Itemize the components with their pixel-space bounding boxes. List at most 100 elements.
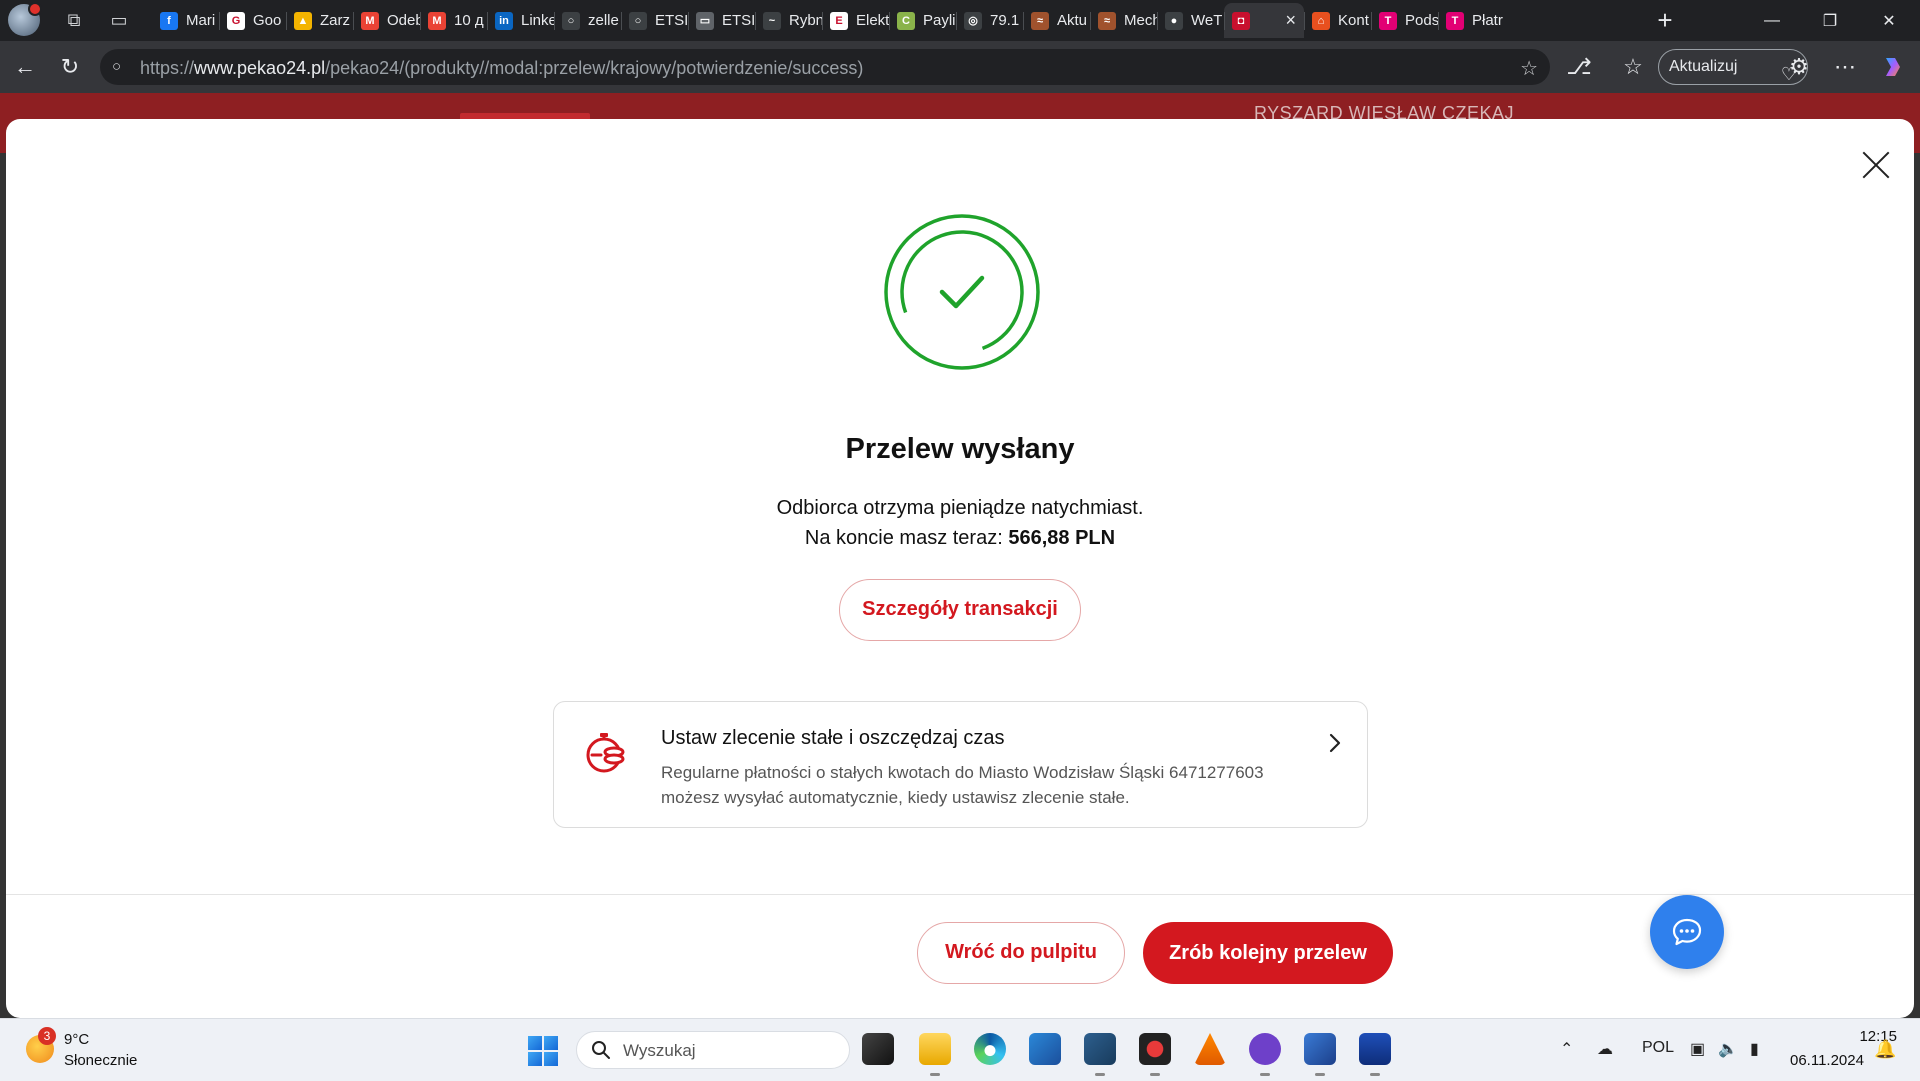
clock-date[interactable]: 06.11.2024	[1790, 1052, 1864, 1069]
browser-tab[interactable]: ○ ETSI	[621, 3, 688, 38]
tab-title: WeT	[1191, 12, 1223, 29]
collections-icon[interactable]: ⚙	[1786, 54, 1812, 80]
virtualbox-icon[interactable]	[1084, 1033, 1116, 1076]
promo-description: Regularne płatności o stałych kwotach do…	[661, 763, 1264, 807]
success-check-icon	[884, 214, 1040, 370]
tab-title: ETSI	[655, 12, 688, 29]
browser-tab[interactable]: C Payli	[889, 3, 956, 38]
save-tool-icon[interactable]	[1359, 1033, 1391, 1076]
more-icon[interactable]: ⋯	[1832, 54, 1858, 80]
search-icon	[592, 1041, 610, 1059]
page-viewport: RYSZARD WIESŁAW CZEKAJ Przelew wysłany O…	[0, 93, 1920, 1018]
transaction-details-button[interactable]: Szczegóły transakcji	[839, 579, 1081, 641]
tab-title: Aktu	[1057, 12, 1088, 29]
browser-tab[interactable]: E Elekt	[822, 3, 889, 38]
url-text[interactable]: https://www.pekao24.pl/pekao24/(produkty…	[140, 58, 863, 79]
tab-title: Płatr	[1472, 12, 1503, 29]
weather-description[interactable]: Słonecznie	[64, 1052, 137, 1069]
browser-tab[interactable]: ≈ Mech	[1090, 3, 1157, 38]
weather-temperature[interactable]: 9°C	[64, 1031, 89, 1048]
microsoft-store-icon[interactable]	[1029, 1033, 1061, 1065]
tab-favicon-icon: ▭	[696, 11, 714, 30]
task-view-icon[interactable]	[862, 1033, 894, 1065]
tab-favicon-icon: ○	[562, 11, 580, 30]
tab-title: Kont	[1338, 12, 1369, 29]
tab-favicon-icon: C	[897, 11, 915, 30]
browser-tab[interactable]: ◎ 79.1	[956, 3, 1023, 38]
recipient-info: Odbiorca otrzyma pieniądze natychmiast.	[776, 497, 1144, 519]
tab-favicon-icon: f	[160, 11, 178, 30]
browser-tab[interactable]: T Pods	[1371, 3, 1438, 38]
tab-favicon-icon: G	[227, 11, 245, 30]
davinci-icon[interactable]	[1139, 1033, 1171, 1076]
tab-title: Payli	[923, 12, 956, 29]
footer-divider	[6, 894, 1914, 895]
tab-title: Mari	[186, 12, 216, 29]
tab-title: 10 д	[454, 12, 484, 29]
browser-tab[interactable]: ● WeT	[1157, 3, 1224, 38]
update-button-label: Aktualizuj	[1669, 58, 1738, 75]
chat-button[interactable]	[1650, 895, 1724, 969]
tab-title: Rybn	[789, 12, 822, 29]
tab-favicon-icon: ▲	[294, 11, 312, 30]
network-tool-icon[interactable]	[1304, 1033, 1336, 1076]
browser-tab[interactable]: ▲ Zarz	[286, 3, 353, 38]
tab-favicon-icon: M	[428, 11, 446, 30]
edge-icon[interactable]	[974, 1033, 1006, 1065]
tab-title: Pods	[1405, 12, 1438, 29]
tab-title: Odeb	[387, 12, 420, 29]
new-transfer-button[interactable]: Zrób kolejny przelew	[1143, 922, 1393, 984]
tab-close-icon[interactable]: ×	[1285, 10, 1296, 31]
browser-tab[interactable]: T Płatr	[1438, 3, 1505, 38]
taskbar-search[interactable]: Wyszukaj	[576, 1031, 850, 1069]
chevron-up-icon[interactable]: ⌃	[1560, 1039, 1573, 1059]
workspaces-icon[interactable]: ⧉	[63, 9, 85, 31]
file-explorer-icon[interactable]	[919, 1033, 951, 1076]
new-tab-button[interactable]: +	[1651, 6, 1679, 34]
minimize-button[interactable]: —	[1743, 0, 1801, 41]
standing-order-promo-card[interactable]: Ustaw zlecenie stałe i oszczędzaj czas R…	[553, 701, 1368, 828]
browser-tab[interactable]: ▭ ETSI	[688, 3, 755, 38]
browser-tab[interactable]: ~ Rybn	[755, 3, 822, 38]
start-button[interactable]	[528, 1036, 558, 1066]
promo-title: Ustaw zlecenie stałe i oszczędzaj czas	[661, 727, 1005, 749]
volume-icon[interactable]: 🔈	[1718, 1039, 1738, 1059]
browser-tab[interactable]: f Mari	[152, 3, 219, 38]
restore-button[interactable]: ❐	[1801, 0, 1859, 41]
address-bar[interactable]: ○ https://www.pekao24.pl/pekao24/(produk…	[100, 49, 1550, 85]
browser-tab[interactable]: ○ zelle	[554, 3, 621, 38]
language-indicator[interactable]: POL	[1642, 1039, 1674, 1057]
battery-icon[interactable]: ▮	[1750, 1039, 1759, 1059]
standing-order-icon	[586, 733, 625, 773]
browser-tab[interactable]: ≈ Aktu	[1023, 3, 1090, 38]
back-to-dashboard-button[interactable]: Wróć do pulpitu	[917, 922, 1125, 984]
browser-tab[interactable]: M Odeb	[353, 3, 420, 38]
tab-favicon-icon: E	[830, 11, 848, 30]
tab-title: Mech	[1124, 12, 1157, 29]
notification-bell-icon[interactable]: 🔔	[1874, 1039, 1896, 1061]
github-desktop-icon[interactable]	[1249, 1033, 1281, 1076]
browser-tab[interactable]: ⌂ Kont	[1304, 3, 1371, 38]
vlc-icon[interactable]	[1194, 1033, 1226, 1065]
star-icon[interactable]: ☆	[1520, 56, 1538, 81]
profile-avatar[interactable]	[8, 2, 42, 36]
site-info-icon[interactable]: ○	[112, 57, 132, 77]
copilot-icon[interactable]	[1880, 54, 1906, 80]
active-tab[interactable]: ◘ ×	[1224, 3, 1304, 38]
chevron-right-icon[interactable]	[1324, 732, 1346, 754]
confirmation-modal: Przelew wysłany Odbiorca otrzyma pieniąd…	[6, 119, 1914, 1018]
puzzle-icon[interactable]: ⎇	[1566, 54, 1592, 80]
close-icon[interactable]	[1856, 145, 1896, 185]
tab-title: Elekt	[856, 12, 889, 29]
network-icon[interactable]: ▣	[1690, 1039, 1705, 1059]
reload-icon[interactable]: ↻	[57, 54, 83, 80]
tab-title: zelle	[588, 12, 619, 29]
onedrive-icon[interactable]: ☁	[1597, 1039, 1613, 1059]
tab-actions-icon[interactable]: ▭	[108, 9, 130, 31]
window-close-button[interactable]: ✕	[1860, 0, 1918, 41]
browser-tab[interactable]: G Goo	[219, 3, 286, 38]
back-arrow-icon[interactable]: ←	[12, 54, 38, 80]
favorites-icon[interactable]: ☆	[1620, 54, 1646, 80]
browser-tab[interactable]: M 10 д	[420, 3, 487, 38]
browser-tab[interactable]: in Linke	[487, 3, 554, 38]
